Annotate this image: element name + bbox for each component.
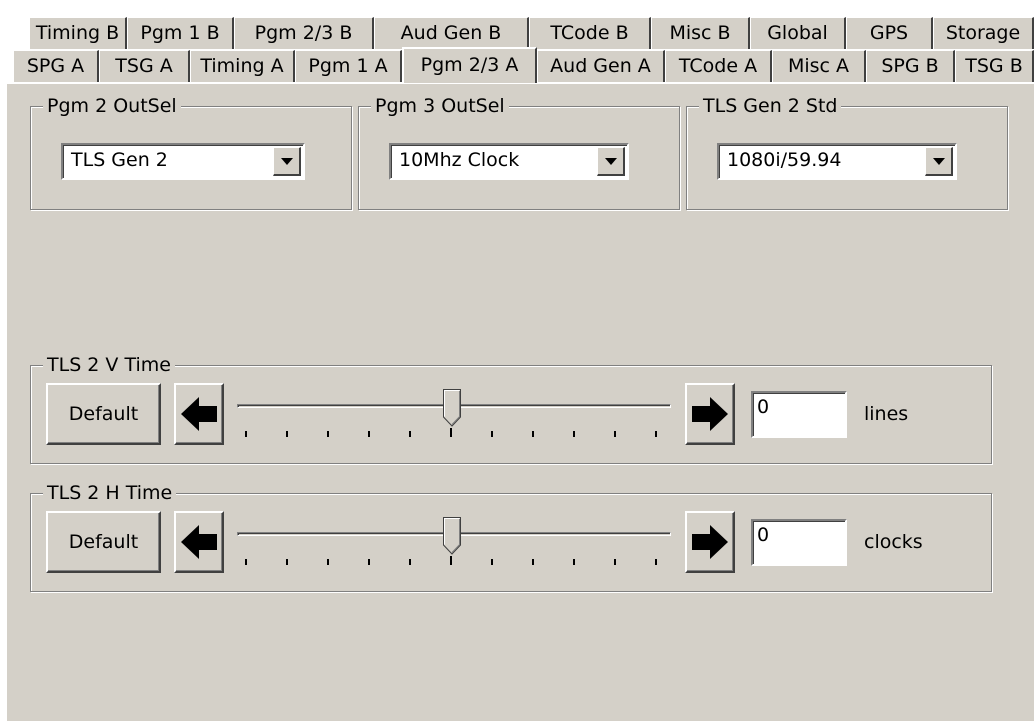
pgm3-outsel-value: 10Mhz Clock <box>399 149 520 171</box>
tab-misc-b[interactable]: Misc B <box>651 17 750 49</box>
slider-tick <box>655 559 657 565</box>
slider-tick <box>327 431 329 437</box>
tab-pgm1-a[interactable]: Pgm 1 A <box>295 50 402 82</box>
tls2-v-time-label: TLS 2 V Time <box>43 353 175 377</box>
tab-tsg-a[interactable]: TSG A <box>99 50 190 82</box>
pgm2-outsel-select[interactable]: TLS Gen 2 <box>61 143 305 180</box>
tab-audgen-b[interactable]: Aud Gen B <box>374 17 529 49</box>
tls2-h-value: 0 <box>757 524 770 546</box>
slider-tick <box>245 559 247 565</box>
pgm2-outsel-group: Pgm 2 OutSel TLS Gen 2 <box>30 94 352 210</box>
slider-tick <box>614 559 616 565</box>
tab-audgen-a[interactable]: Aud Gen A <box>537 50 665 82</box>
tab-pgm23-a[interactable]: Pgm 2/3 A <box>402 47 537 83</box>
tls2-v-value: 0 <box>757 396 770 418</box>
tls2-h-time-group: TLS 2 H Time Default 0 clocks <box>30 481 992 592</box>
slider-tick <box>286 559 288 565</box>
slider-tick <box>368 559 370 565</box>
chevron-down-icon[interactable] <box>273 147 301 176</box>
tls2-h-unit-label: clocks <box>864 531 923 553</box>
slider-tick <box>245 431 247 437</box>
tab-timing-b[interactable]: Timing B <box>29 17 127 49</box>
slider-tick <box>450 428 452 437</box>
tls-gen2-std-label: TLS Gen 2 Std <box>699 94 842 118</box>
chevron-down-icon[interactable] <box>925 147 953 176</box>
tls2-h-increment-button[interactable] <box>685 511 735 573</box>
tls2-v-default-label: Default <box>68 403 139 425</box>
slider-tick <box>327 559 329 565</box>
tab-spg-b[interactable]: SPG B <box>866 50 955 82</box>
tab-tcode-b[interactable]: TCode B <box>529 17 651 49</box>
tls-gen2-std-group: TLS Gen 2 Std 1080i/59.94 <box>686 94 1008 210</box>
slider-tick <box>409 431 411 437</box>
tab-spg-a[interactable]: SPG A <box>13 50 99 82</box>
tls2-v-default-button[interactable]: Default <box>46 383 161 445</box>
tls2-v-value-input[interactable]: 0 <box>751 391 847 438</box>
slider-tick <box>450 556 452 565</box>
tls2-h-slider-thumb[interactable] <box>443 517 461 555</box>
tls-gen2-std-value: 1080i/59.94 <box>727 149 842 171</box>
tab-gps[interactable]: GPS <box>846 17 933 49</box>
pgm2-outsel-label: Pgm 2 OutSel <box>43 94 181 118</box>
slider-tick <box>532 559 534 565</box>
pgm2-outsel-value: TLS Gen 2 <box>71 149 168 171</box>
tab-pgm23-b[interactable]: Pgm 2/3 B <box>234 17 374 49</box>
slider-tick <box>286 431 288 437</box>
tab-global[interactable]: Global <box>750 17 846 49</box>
tab-tcode-a[interactable]: TCode A <box>665 50 772 82</box>
slider-tick <box>491 559 493 565</box>
tls2-v-increment-button[interactable] <box>685 383 735 445</box>
slider-tick <box>614 431 616 437</box>
pgm3-outsel-select[interactable]: 10Mhz Clock <box>389 143 629 180</box>
pgm3-outsel-group: Pgm 3 OutSel 10Mhz Clock <box>358 94 680 210</box>
slider-tick <box>655 431 657 437</box>
slider-tick <box>491 431 493 437</box>
tab-pgm1-b[interactable]: Pgm 1 B <box>127 17 234 49</box>
slider-tick <box>573 431 575 437</box>
tls2-h-value-input[interactable]: 0 <box>751 519 847 566</box>
slider-tick <box>573 559 575 565</box>
chevron-down-icon[interactable] <box>597 147 625 176</box>
tab-misc-a[interactable]: Misc A <box>772 50 866 82</box>
slider-tick <box>409 559 411 565</box>
tab-page-pgm23-a: Pgm 2 OutSel TLS Gen 2 Pgm 3 OutSel 10Mh… <box>5 82 1034 721</box>
tls2-v-time-group: TLS 2 V Time Default 0 lines <box>30 353 992 464</box>
tls2-h-default-button[interactable]: Default <box>46 511 161 573</box>
pgm3-outsel-label: Pgm 3 OutSel <box>371 94 509 118</box>
slider-tick <box>368 431 370 437</box>
tls-gen2-std-select[interactable]: 1080i/59.94 <box>717 143 957 180</box>
tls2-h-default-label: Default <box>68 531 139 553</box>
tls2-h-decrement-button[interactable] <box>174 511 224 573</box>
slider-tick <box>532 431 534 437</box>
tab-storage[interactable]: Storage <box>933 17 1034 49</box>
tls2-v-slider-thumb[interactable] <box>443 389 461 427</box>
tls2-h-time-label: TLS 2 H Time <box>43 481 177 505</box>
tab-timing-a[interactable]: Timing A <box>190 50 295 82</box>
tab-tsg-b[interactable]: TSG B <box>955 50 1034 82</box>
tls2-v-decrement-button[interactable] <box>174 383 224 445</box>
tls2-v-unit-label: lines <box>864 403 909 425</box>
